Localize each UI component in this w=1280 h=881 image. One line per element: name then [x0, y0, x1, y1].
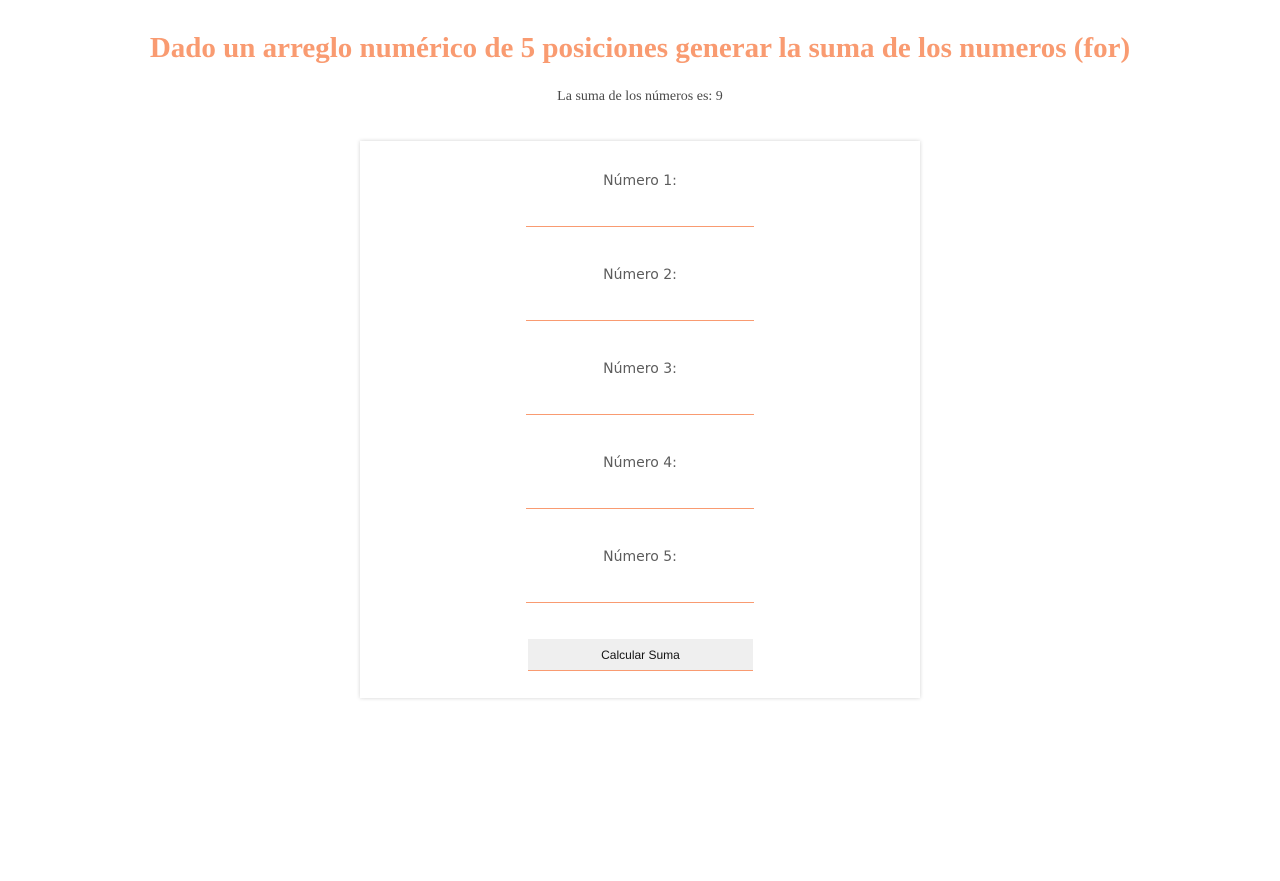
number-field-4: Número 4:: [360, 454, 920, 509]
number-1-input[interactable]: [526, 198, 754, 227]
sum-form-card: Número 1: Número 2: Número 3: Número 4: …: [360, 141, 920, 698]
number-field-2: Número 2:: [360, 266, 920, 321]
sum-result-text: La suma de los números es: 9: [557, 89, 723, 104]
number-field-3: Número 3:: [360, 360, 920, 415]
number-3-label: Número 3:: [603, 361, 677, 377]
number-2-input[interactable]: [526, 292, 754, 321]
number-5-input[interactable]: [526, 574, 754, 603]
number-4-input[interactable]: [526, 480, 754, 509]
page-title: Dado un arreglo numérico de 5 posiciones…: [149, 32, 1131, 64]
number-2-label: Número 2:: [603, 267, 677, 283]
number-field-5: Número 5:: [360, 548, 920, 603]
number-5-label: Número 5:: [603, 549, 677, 565]
number-4-label: Número 4:: [603, 455, 677, 471]
number-field-1: Número 1:: [360, 172, 920, 227]
calculate-sum-button[interactable]: Calcular Suma: [528, 639, 753, 671]
number-1-label: Número 1:: [603, 173, 677, 189]
number-3-input[interactable]: [526, 386, 754, 415]
